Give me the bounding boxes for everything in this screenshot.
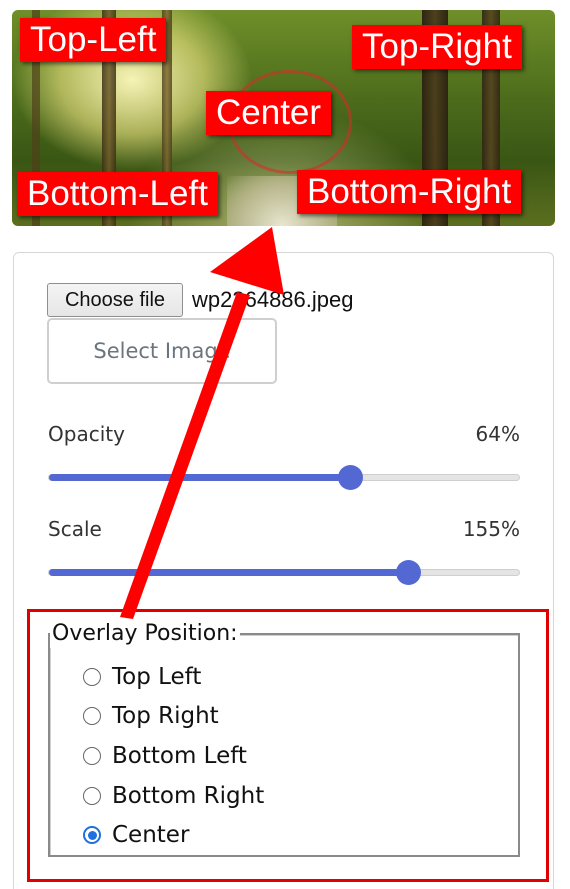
overlay-position-legend: Overlay Position: xyxy=(50,620,240,648)
radio-option[interactable]: Bottom Left xyxy=(83,736,264,776)
overlay-position-options: Top Left Top Right Bottom Left Bottom Right… xyxy=(83,657,264,855)
radio-button[interactable] xyxy=(83,707,101,726)
file-name: wp2364886.jpeg xyxy=(192,287,354,312)
opacity-label: Opacity xyxy=(48,422,125,446)
radio-button[interactable] xyxy=(83,667,101,686)
scale-value: 155% xyxy=(462,517,520,541)
radio-option-label: Center xyxy=(112,822,190,849)
radio-option[interactable]: Center xyxy=(83,815,264,855)
file-input: Choose file wp2364886.jpeg xyxy=(47,283,353,317)
radio-button[interactable] xyxy=(83,746,101,765)
radio-option-label: Bottom Right xyxy=(112,782,265,809)
overlay-label-top-left: Top-Left xyxy=(20,18,167,62)
radio-button[interactable] xyxy=(83,786,101,805)
radio-option[interactable]: Top Left xyxy=(83,657,264,697)
radio-option-label: Top Right xyxy=(112,703,219,730)
opacity-slider-fill xyxy=(49,474,350,481)
radio-button[interactable] xyxy=(83,826,101,845)
opacity-slider-thumb[interactable] xyxy=(337,465,363,490)
radio-option[interactable]: Bottom Right xyxy=(83,776,264,816)
opacity-slider[interactable] xyxy=(48,465,520,490)
choose-file-button[interactable]: Choose file xyxy=(47,283,183,317)
radio-option-label: Bottom Left xyxy=(112,742,247,769)
overlay-label-bottom-left: Bottom-Left xyxy=(17,172,218,216)
radio-option-label: Top Left xyxy=(112,663,202,690)
radio-option[interactable]: Top Right xyxy=(83,697,264,737)
overlay-label-center: Center xyxy=(206,91,332,135)
opacity-value: 64% xyxy=(475,422,520,446)
overlay-label-bottom-right: Bottom-Right xyxy=(297,170,522,214)
select-image-button[interactable]: Select Image xyxy=(47,318,277,384)
scale-slider[interactable] xyxy=(48,560,520,585)
overlay-label-top-right: Top-Right xyxy=(352,25,522,69)
scale-slider-fill xyxy=(49,569,408,576)
scale-slider-thumb[interactable] xyxy=(395,560,421,585)
scale-label: Scale xyxy=(48,517,102,541)
